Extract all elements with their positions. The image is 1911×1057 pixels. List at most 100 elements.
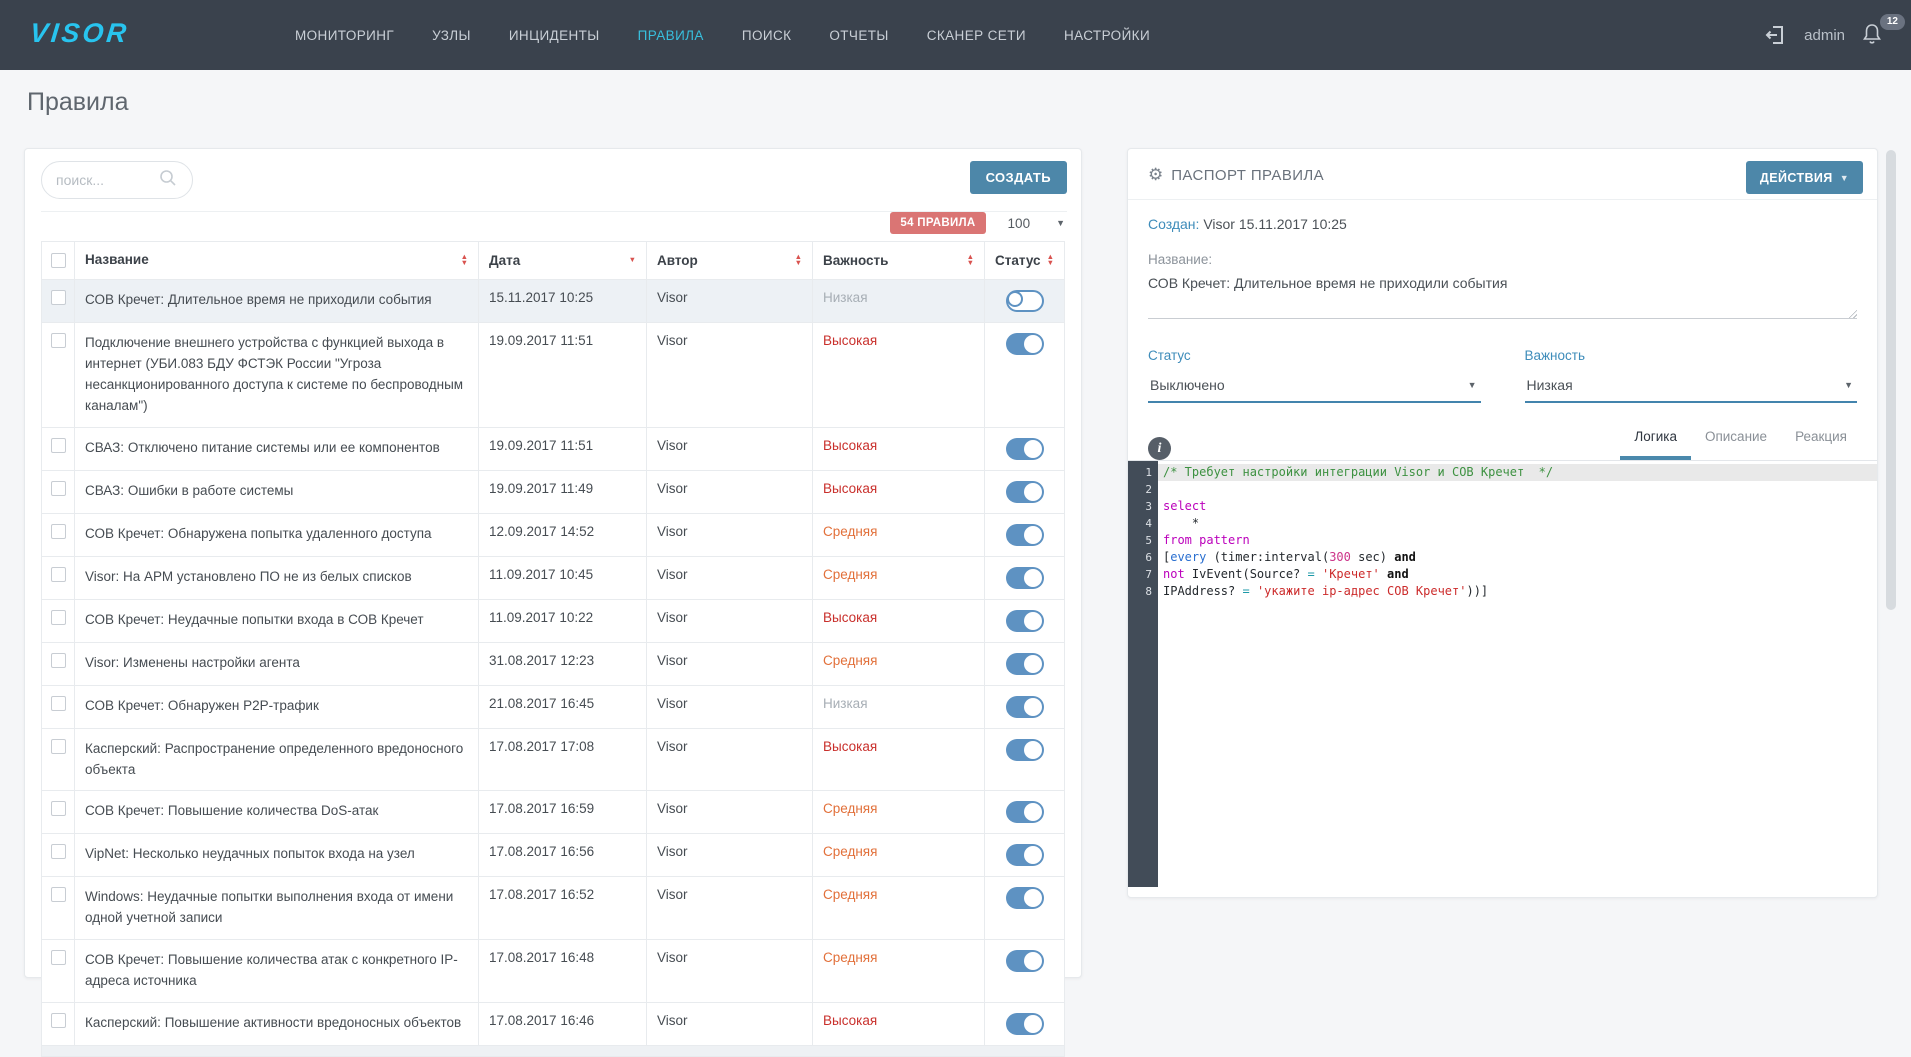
- row-checkbox[interactable]: [51, 887, 66, 902]
- row-checkbox[interactable]: [51, 333, 66, 348]
- table-row[interactable]: Visor: Изменены настройки агента31.08.20…: [42, 643, 1064, 686]
- code-editor[interactable]: 12345678 /* Требует настройки интеграции…: [1128, 460, 1877, 887]
- rule-status-toggle[interactable]: [1006, 801, 1044, 823]
- code-line[interactable]: select: [1158, 498, 1877, 515]
- code-line[interactable]: from pattern: [1158, 532, 1877, 549]
- search-box[interactable]: [41, 161, 193, 199]
- status-select[interactable]: Выключено ▼: [1148, 373, 1481, 403]
- rule-status-toggle[interactable]: [1006, 610, 1044, 632]
- nav-item-search[interactable]: ПОИСК: [742, 28, 792, 43]
- app-logo[interactable]: VISOR: [28, 18, 130, 49]
- header-date[interactable]: Дата▼: [478, 242, 646, 279]
- username[interactable]: admin: [1804, 27, 1845, 44]
- importance-select[interactable]: Низкая ▼: [1525, 373, 1858, 403]
- table-row[interactable]: Windows: Неудачные попытки выполнения вх…: [42, 877, 1064, 940]
- code-line[interactable]: [1158, 481, 1877, 498]
- rule-status-toggle[interactable]: [1006, 739, 1044, 761]
- rule-status-toggle[interactable]: [1006, 333, 1044, 355]
- tab-reaction[interactable]: Реакция: [1795, 429, 1847, 460]
- code-lines[interactable]: /* Требует настройки интеграции Visor и …: [1158, 461, 1877, 887]
- sort-icon[interactable]: ▲▼: [1047, 254, 1054, 266]
- row-checkbox[interactable]: [51, 1013, 66, 1028]
- notification-badge[interactable]: 12: [1880, 14, 1905, 30]
- code-line[interactable]: *: [1158, 515, 1877, 532]
- code-token: sec): [1351, 550, 1394, 564]
- rule-status-toggle[interactable]: [1006, 567, 1044, 589]
- rule-name: СОВ Кречет: Повышение количества DoS-ата…: [85, 801, 378, 822]
- code-line[interactable]: /* Требует настройки интеграции Visor и …: [1158, 464, 1877, 481]
- rule-name-textarea[interactable]: СОВ Кречет: Длительное время не приходил…: [1148, 275, 1857, 319]
- row-checkbox[interactable]: [51, 950, 66, 965]
- nav-item-incidents[interactable]: ИНЦИДЕНТЫ: [509, 28, 600, 43]
- row-checkbox[interactable]: [51, 524, 66, 539]
- sort-down-icon: ▼: [629, 257, 636, 263]
- table-row[interactable]: СОВ Кречет: Длительное время не приходил…: [42, 280, 1064, 323]
- table-row[interactable]: СВАЗ: Ошибки в работе системы19.09.2017 …: [42, 471, 1064, 514]
- rule-status-cell: [984, 600, 1064, 642]
- table-row[interactable]: СОВ Кречет: Обнаружен P2P-трафик21.08.20…: [42, 686, 1064, 729]
- tab-logic[interactable]: Логика: [1634, 429, 1677, 460]
- table-row[interactable]: VipNet: Несколько неудачных попыток вход…: [42, 834, 1064, 877]
- header-imp[interactable]: Важность▲▼: [812, 242, 984, 279]
- row-checkbox[interactable]: [51, 290, 66, 305]
- nav-item-monitoring[interactable]: МОНИТОРИНГ: [295, 28, 394, 43]
- nav-item-network-scanner[interactable]: СКАНЕР СЕТИ: [927, 28, 1026, 43]
- rule-status-toggle[interactable]: [1006, 653, 1044, 675]
- row-checkbox[interactable]: [51, 696, 66, 711]
- rule-status-toggle[interactable]: [1006, 438, 1044, 460]
- code-line[interactable]: IPAddress? = 'укажите ip-адрес СОВ Крече…: [1158, 583, 1877, 600]
- header-checkbox[interactable]: [51, 253, 66, 268]
- rule-status-toggle[interactable]: [1006, 481, 1044, 503]
- nav-item-reports[interactable]: ОТЧЕТЫ: [829, 28, 888, 43]
- table-row[interactable]: Visor: На АРМ установлено ПО не из белых…: [42, 557, 1064, 600]
- header-author[interactable]: Автор▲▼: [646, 242, 812, 279]
- info-icon[interactable]: i: [1148, 437, 1171, 460]
- row-checkbox[interactable]: [51, 567, 66, 582]
- code-line[interactable]: not IvEvent(Source? = 'Кречет' and: [1158, 566, 1877, 583]
- search-input[interactable]: [56, 172, 156, 188]
- sort-icon[interactable]: ▲▼: [795, 254, 802, 266]
- row-checkbox-cell: [42, 940, 74, 1002]
- create-button[interactable]: СОЗДАТЬ: [970, 161, 1067, 194]
- rule-status-toggle[interactable]: [1006, 290, 1044, 312]
- nav-item-rules[interactable]: ПРАВИЛА: [638, 28, 704, 43]
- row-checkbox[interactable]: [51, 801, 66, 816]
- rule-status-toggle[interactable]: [1006, 887, 1044, 909]
- table-row[interactable]: Подключение внешнего устройства с функци…: [42, 323, 1064, 428]
- row-checkbox[interactable]: [51, 438, 66, 453]
- page-size-select[interactable]: 100 ▼: [1008, 216, 1065, 231]
- rule-status-toggle[interactable]: [1006, 1013, 1044, 1035]
- row-checkbox[interactable]: [51, 844, 66, 859]
- sort-icon[interactable]: ▼: [629, 257, 636, 263]
- table-row[interactable]: Касперский: Распространение определенног…: [42, 729, 1064, 792]
- row-checkbox[interactable]: [51, 610, 66, 625]
- table-row[interactable]: СОВ Кречет: Повышение количества DoS-ата…: [42, 791, 1064, 834]
- table-row[interactable]: Касперский: Повышение активности вредоно…: [42, 1003, 1064, 1046]
- row-checkbox[interactable]: [51, 739, 66, 754]
- row-checkbox[interactable]: [51, 653, 66, 668]
- actions-button[interactable]: ДЕЙСТВИЯ ▼: [1746, 161, 1863, 194]
- chevron-down-icon: ▼: [1840, 173, 1849, 183]
- table-row[interactable]: СОВ Кречет: Повышение количества атак с …: [42, 940, 1064, 1003]
- sort-icon[interactable]: ▲▼: [967, 254, 974, 266]
- tab-description[interactable]: Описание: [1705, 429, 1767, 460]
- search-icon[interactable]: [158, 168, 178, 193]
- rule-status-toggle[interactable]: [1006, 524, 1044, 546]
- rule-status-toggle[interactable]: [1006, 696, 1044, 718]
- code-line[interactable]: [every (timer:interval(300 sec) and: [1158, 549, 1877, 566]
- toggle-knob: [1024, 846, 1042, 864]
- rule-status-cell: [984, 557, 1064, 599]
- scrollbar[interactable]: [1886, 150, 1896, 610]
- bell-icon[interactable]: 12: [1861, 22, 1885, 48]
- table-row[interactable]: СВАЗ: Отключено питание системы или ее к…: [42, 428, 1064, 471]
- table-row[interactable]: СОВ Кречет: Неудачные попытки входа в СО…: [42, 600, 1064, 643]
- nav-item-settings[interactable]: НАСТРОЙКИ: [1064, 28, 1150, 43]
- row-checkbox[interactable]: [51, 481, 66, 496]
- header-name[interactable]: Название▲▼: [74, 242, 478, 279]
- nav-item-nodes[interactable]: УЗЛЫ: [432, 28, 471, 43]
- sort-icon[interactable]: ▲▼: [461, 254, 468, 266]
- table-row[interactable]: СОВ Кречет: Обнаружена попытка удаленног…: [42, 514, 1064, 557]
- logout-icon[interactable]: [1764, 23, 1788, 47]
- rule-status-toggle[interactable]: [1006, 844, 1044, 866]
- header-status[interactable]: Статус▲▼: [984, 242, 1064, 279]
